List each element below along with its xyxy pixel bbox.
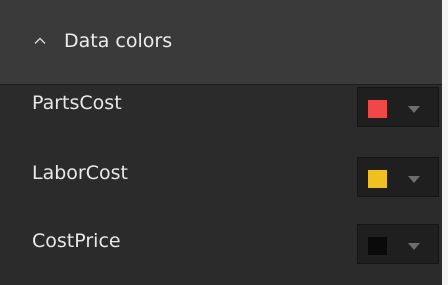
dropdown-caret-icon bbox=[408, 243, 420, 250]
color-picker-costprice[interactable] bbox=[357, 224, 439, 264]
data-colors-section-header[interactable]: Data colors bbox=[0, 0, 442, 85]
series-label: CostPrice bbox=[32, 230, 121, 252]
color-swatch bbox=[368, 170, 387, 188]
format-panel: Data colors PartsCost LaborCost CostPric… bbox=[0, 0, 448, 285]
color-swatch bbox=[368, 237, 387, 255]
color-picker-laborcost[interactable] bbox=[357, 157, 439, 197]
dropdown-caret-icon bbox=[408, 176, 420, 183]
dropdown-caret-icon bbox=[408, 106, 420, 113]
color-swatch bbox=[368, 100, 387, 118]
series-label: PartsCost bbox=[32, 92, 122, 114]
section-title: Data colors bbox=[64, 30, 173, 52]
chevron-up-icon bbox=[34, 37, 46, 44]
series-label: LaborCost bbox=[32, 162, 128, 184]
color-picker-partscost[interactable] bbox=[357, 87, 439, 127]
